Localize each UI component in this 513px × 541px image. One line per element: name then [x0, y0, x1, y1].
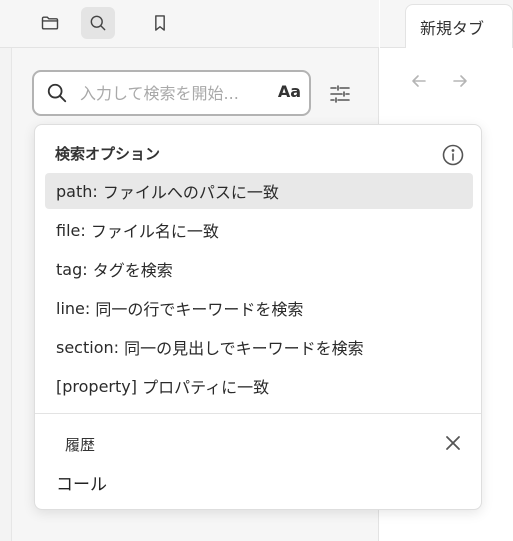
option-property[interactable]: [property] プロパティに一致 — [45, 368, 473, 404]
history-title: 履歴 — [65, 436, 96, 454]
sidebar-ribbon — [0, 0, 12, 541]
search-tab-button[interactable] — [81, 7, 115, 39]
search-field[interactable]: Aa — [32, 70, 311, 116]
option-key: tag: — [56, 259, 88, 279]
match-case-toggle[interactable]: Aa — [278, 82, 301, 101]
bookmark-icon — [155, 15, 165, 31]
option-key: file: — [56, 220, 86, 240]
search-input[interactable] — [80, 83, 262, 103]
tab-new[interactable]: 新規タブ — [405, 4, 513, 48]
search-options-title: 検索オプション — [55, 145, 161, 163]
option-key: path: — [56, 181, 98, 201]
option-line[interactable]: line: 同一の行でキーワードを検索 — [45, 290, 473, 326]
option-desc: 同一の行でキーワードを検索 — [95, 300, 304, 319]
option-key: line: — [56, 298, 91, 318]
search-settings-button[interactable] — [326, 80, 354, 108]
arrow-left-icon — [412, 75, 426, 87]
clear-history-button[interactable] — [443, 433, 463, 453]
search-options-dropdown: 検索オプション path: ファイルへのパスに一致 file: ファイル名に一致… — [34, 124, 482, 510]
tab-label: 新規タブ — [420, 18, 485, 38]
option-desc: プロパティに一致 — [142, 378, 270, 397]
option-tag[interactable]: tag: タグを検索 — [45, 251, 473, 287]
file-explorer-button[interactable] — [33, 7, 67, 39]
info-icon[interactable] — [441, 143, 465, 167]
folder-icon — [41, 16, 59, 30]
forward-button[interactable] — [449, 70, 471, 92]
close-icon — [446, 436, 460, 450]
sliders-icon — [330, 85, 350, 103]
option-desc: ファイル名に一致 — [90, 222, 219, 241]
back-button[interactable] — [408, 70, 430, 92]
option-key: section: — [56, 337, 120, 357]
option-desc: ファイルへのパスに一致 — [102, 183, 279, 202]
history-item[interactable]: コール — [56, 470, 107, 495]
search-icon — [47, 83, 67, 103]
option-key: [property] — [56, 376, 137, 396]
option-desc: タグを検索 — [92, 261, 173, 280]
arrow-right-icon — [453, 75, 467, 87]
bookmarks-button[interactable] — [143, 7, 177, 39]
option-desc: 同一の見出しでキーワードを検索 — [124, 339, 364, 358]
divider — [35, 413, 481, 414]
sidebar-toolbar — [0, 0, 379, 48]
option-path[interactable]: path: ファイルへのパスに一致 — [45, 173, 473, 209]
search-icon — [90, 15, 106, 31]
option-section[interactable]: section: 同一の見出しでキーワードを検索 — [45, 329, 473, 365]
option-file[interactable]: file: ファイル名に一致 — [45, 212, 473, 248]
